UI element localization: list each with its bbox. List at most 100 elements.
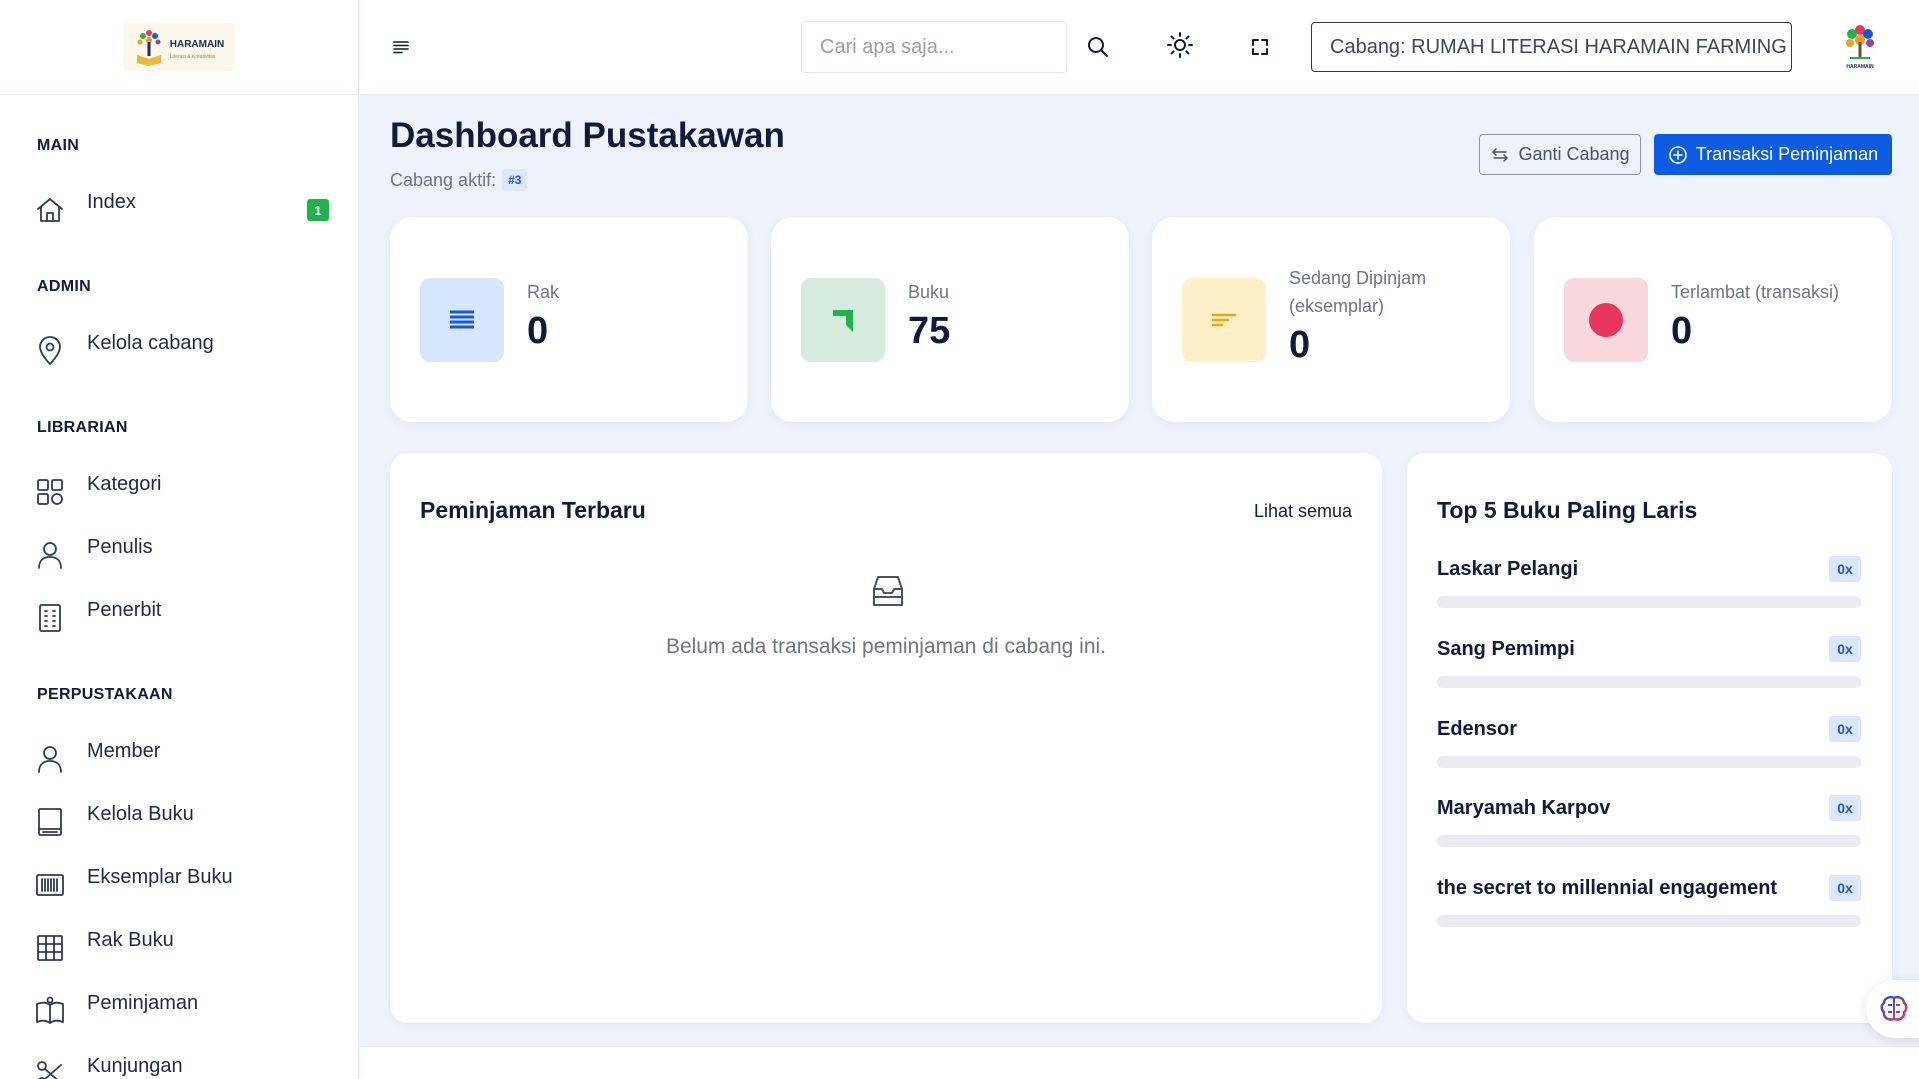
sidebar-item-kelola-cabang[interactable]: Kelola cabang	[34, 331, 334, 371]
sidebar-item-penulis[interactable]: Penulis	[34, 535, 334, 575]
top-book-progress-bar	[1437, 835, 1861, 847]
home-icon	[34, 194, 66, 226]
sidebar-item-label: Penerbit	[87, 599, 162, 621]
avatar[interactable]: HARAMAIN	[1837, 20, 1883, 76]
empty-state-text: Belum ada transaksi peminjaman di cabang…	[665, 635, 1107, 658]
sidebar-item-eksemplar-buku[interactable]: Eksemplar Buku	[34, 865, 334, 905]
nav-section-main: MAIN	[37, 137, 80, 154]
top-book-name: the secret to millennial engagement	[1437, 877, 1778, 899]
stat-value: 0	[1671, 310, 1693, 352]
building-icon	[34, 602, 66, 634]
search-icon[interactable]	[1083, 32, 1113, 62]
scissors-icon	[34, 1058, 66, 1079]
sidebar-item-label: Kelola Buku	[87, 803, 194, 825]
stat-value: 75	[908, 310, 951, 352]
top-book-item: Laskar Pelangi 0x	[1437, 556, 1861, 616]
topbar: Cabang: RUMAH LITERASI HARAMAIN FARMING …	[360, 0, 1919, 95]
brain-icon	[1880, 995, 1908, 1021]
new-loan-label: Transaksi Peminjaman	[1695, 144, 1879, 164]
brand-tagline: Literasi & Kreativitas	[169, 54, 216, 60]
top-book-name: Maryamah Karpov	[1437, 797, 1611, 819]
branch-select[interactable]: Cabang: RUMAH LITERASI HARAMAIN FARMING	[1311, 22, 1792, 72]
sidebar-item-kunjungan[interactable]: Kunjungan	[34, 1054, 334, 1079]
recent-loans-title: Peminjaman Terbaru	[420, 497, 646, 523]
top-book-item: Maryamah Karpov 0x	[1437, 795, 1861, 855]
sidebar-item-label: Member	[87, 740, 161, 762]
sidebar-item-rak-buku[interactable]: Rak Buku	[34, 928, 334, 968]
sun-icon[interactable]	[1165, 30, 1195, 60]
nav-section-admin: ADMIN	[37, 278, 91, 295]
stat-value: 0	[1289, 324, 1311, 366]
branch-id-badge: #3	[502, 169, 528, 191]
stat-card-buku: Buku 75	[771, 217, 1129, 422]
sidebar-item-label: Index	[87, 191, 136, 213]
sidebar-item-label: Kategori	[87, 473, 162, 495]
sidebar-item-label: Penulis	[87, 536, 153, 558]
stat-icon-box	[1564, 278, 1648, 362]
sidebar-item-member[interactable]: Member	[34, 739, 334, 779]
list-icon	[450, 310, 474, 329]
top-book-count-badge: 0x	[1829, 716, 1861, 742]
switch-branch-button[interactable]: Ganti Cabang	[1479, 134, 1641, 175]
logo-area: HARAMAIN Literasi & Kreativitas	[0, 0, 358, 95]
top-books-title: Top 5 Buku Paling Laris	[1437, 497, 1698, 523]
top-book-name: Sang Pemimpi	[1437, 638, 1575, 660]
sidebar-item-label: Rak Buku	[87, 929, 174, 951]
stat-icon-box	[1182, 278, 1266, 362]
top-book-count-badge: 0x	[1829, 636, 1861, 662]
active-branch: Cabang aktif: #3	[390, 169, 528, 191]
top-book-progress-bar	[1437, 676, 1861, 688]
menu-toggle-icon[interactable]	[390, 36, 412, 58]
user-icon	[34, 539, 66, 571]
swap-icon	[1492, 147, 1509, 162]
top-book-name: Laskar Pelangi	[1437, 558, 1579, 580]
top-book-progress-bar	[1437, 596, 1861, 608]
top-books-panel: Top 5 Buku Paling Laris Laskar Pelangi 0x…	[1407, 453, 1892, 1023]
page-title: Dashboard Pustakawan	[390, 116, 785, 155]
top-book-name: Edensor	[1437, 718, 1518, 740]
sidebar: HARAMAIN Literasi & Kreativitas MAIN Ind…	[0, 0, 359, 1079]
recent-loans-panel: Peminjaman Terbaru Lihat semua Belum ada…	[390, 453, 1382, 1023]
branch-select-label: Cabang: RUMAH LITERASI HARAMAIN FARMING	[1330, 35, 1787, 58]
fullscreen-icon[interactable]	[1245, 32, 1275, 62]
stat-card-terlambat: Terlambat (transaksi) 0	[1534, 217, 1892, 422]
sidebar-item-peminjaman[interactable]: Peminjaman	[34, 991, 334, 1031]
barcode-icon	[34, 869, 66, 901]
grid-icon	[34, 476, 66, 508]
top-book-item: Sang Pemimpi 0x	[1437, 636, 1861, 696]
top-book-count-badge: 0x	[1829, 556, 1861, 582]
nav-section-perpustakaan: PERPUSTAKAAN	[37, 686, 173, 703]
plus-circle-icon	[1668, 145, 1687, 164]
sidebar-item-kelola-buku[interactable]: Kelola Buku	[34, 802, 334, 842]
stat-card-rak: Rak 0	[390, 217, 748, 422]
user-icon	[34, 743, 66, 775]
stat-label: Rak	[527, 282, 560, 302]
sidebar-item-penerbit[interactable]: Penerbit	[34, 598, 334, 638]
search-input[interactable]	[801, 21, 1067, 73]
brand-logo[interactable]: HARAMAIN Literasi & Kreativitas	[123, 23, 235, 71]
stat-value: 0	[527, 310, 549, 352]
tree-book-icon	[136, 30, 161, 66]
avatar-label: HARAMAIN	[1846, 64, 1874, 70]
tree-logo-icon	[1846, 25, 1874, 59]
see-all-link[interactable]: Lihat semua	[1254, 501, 1352, 522]
stat-label: Sedang Dipinjam (eksemplar)	[1289, 268, 1427, 316]
assistant-button[interactable]	[1866, 980, 1919, 1038]
sidebar-item-label: Kunjungan	[87, 1055, 183, 1077]
sidebar-item-kategori[interactable]: Kategori	[34, 472, 334, 512]
nav-section-librarian: LIBRARIAN	[37, 419, 128, 436]
sidebar-item-index[interactable]: Index 1	[34, 190, 334, 230]
top-book-progress-bar	[1437, 915, 1861, 927]
stat-label: Terlambat (transaksi)	[1671, 282, 1840, 302]
sidebar-item-label: Peminjaman	[87, 992, 199, 1014]
new-loan-button[interactable]: Transaksi Peminjaman	[1654, 134, 1892, 175]
top-book-count-badge: 0x	[1829, 795, 1861, 821]
switch-branch-label: Ganti Cabang	[1518, 144, 1630, 164]
footer	[360, 1046, 1919, 1079]
table-grid-icon	[34, 932, 66, 964]
active-branch-label: Cabang aktif:	[390, 169, 497, 190]
inbox-icon	[868, 571, 908, 611]
top-book-count-badge: 0x	[1829, 875, 1861, 901]
lines-icon	[1211, 313, 1237, 327]
stat-label: Buku	[908, 282, 950, 302]
